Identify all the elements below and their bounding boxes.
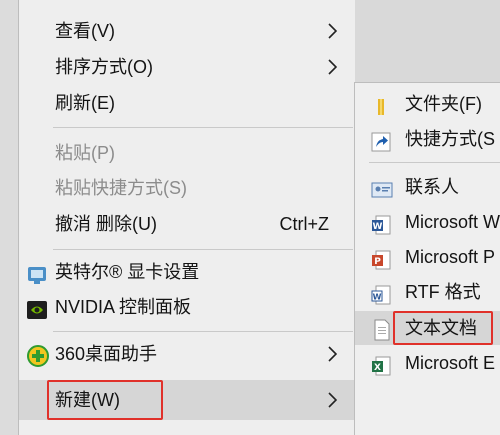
nvidia-icon	[27, 297, 47, 319]
submenu-item-label: Microsoft E	[405, 353, 496, 373]
menu-item-refresh[interactable]: 刷新(E)	[19, 86, 355, 120]
menu-item-view[interactable]: 查看(V)	[19, 14, 355, 48]
menu-item-sort-by[interactable]: 排序方式(O)	[19, 50, 355, 84]
submenu-item-contact[interactable]: 联系人	[355, 170, 500, 204]
chevron-right-icon	[327, 337, 341, 371]
shortcut-text: Ctrl+Z	[279, 214, 330, 234]
submenu-item-folder[interactable]: 文件夹(F)	[355, 87, 500, 121]
submenu-item-label: Microsoft P	[405, 247, 496, 267]
red-highlight-box-text-document	[393, 311, 493, 345]
menu-item-label: 排序方式(O)	[55, 57, 153, 77]
excel-icon: X	[371, 353, 391, 376]
contact-card-icon	[371, 177, 393, 198]
svg-text:W: W	[373, 293, 382, 302]
menu-item-label: 粘贴快捷方式(S)	[55, 178, 187, 198]
text-document-icon	[371, 318, 391, 341]
menu-separator	[53, 127, 353, 128]
submenu-item-label: 联系人	[405, 177, 459, 197]
submenu-item-label: RTF 格式	[405, 282, 481, 302]
submenu-item-label: 快捷方式(S	[405, 129, 495, 149]
menu-separator	[53, 331, 353, 332]
menu-item-paste[interactable]: 粘贴(P)	[19, 136, 355, 170]
submenu-item-powerpoint[interactable]: P Microsoft P	[355, 240, 500, 274]
menu-item-label: 粘贴(P)	[55, 143, 115, 163]
desktop-context-menu: 查看(V) 排序方式(O) 刷新(E) 粘贴(P) 粘贴快捷方式(S) 撤消 删…	[18, 0, 355, 435]
rtf-doc-icon: W	[371, 282, 391, 305]
word-doc-icon: W	[371, 212, 391, 235]
menu-item-intel-graphics[interactable]: 英特尔® 显卡设置	[19, 255, 355, 289]
menu-item-undo-delete[interactable]: 撤消 删除(U) Ctrl+Z	[19, 207, 355, 241]
menu-item-nvidia-control-panel[interactable]: NVIDIA 控制面板	[19, 290, 355, 324]
svg-text:P: P	[374, 257, 381, 267]
folder-icon	[371, 94, 391, 115]
red-highlight-box-new	[47, 380, 163, 420]
menu-item-label: 360桌面助手	[55, 344, 158, 364]
intel-graphics-icon	[27, 262, 47, 284]
menu-item-label: 英特尔® 显卡设置	[55, 262, 200, 282]
new-submenu: 文件夹(F) 快捷方式(S 联系人 W Microsoft W P Micros…	[354, 82, 500, 435]
submenu-item-rtf[interactable]: W RTF 格式	[355, 275, 500, 309]
menu-item-paste-shortcut[interactable]: 粘贴快捷方式(S)	[19, 171, 355, 205]
menu-item-label: 查看(V)	[55, 21, 115, 41]
submenu-item-word-document[interactable]: W Microsoft W	[355, 205, 500, 239]
chevron-right-icon	[327, 14, 341, 48]
chevron-right-icon	[327, 380, 341, 420]
powerpoint-icon: P	[371, 247, 391, 270]
menu-item-360-desktop-assistant[interactable]: 360桌面助手	[19, 337, 355, 371]
svg-text:W: W	[373, 222, 383, 232]
submenu-item-shortcut[interactable]: 快捷方式(S	[355, 122, 500, 156]
menu-separator	[53, 249, 353, 250]
submenu-item-label: 文件夹(F)	[405, 94, 482, 114]
chevron-right-icon	[327, 50, 341, 84]
menu-item-label: 撤消 删除(U)	[55, 214, 157, 234]
360-desktop-icon	[27, 344, 49, 367]
menu-item-label: NVIDIA 控制面板	[55, 297, 192, 317]
submenu-item-excel[interactable]: X Microsoft E	[355, 346, 500, 380]
screenshot-root: 查看(V) 排序方式(O) 刷新(E) 粘贴(P) 粘贴快捷方式(S) 撤消 删…	[0, 0, 500, 435]
menu-item-label: 刷新(E)	[55, 93, 115, 113]
desktop-background-strip	[0, 0, 18, 435]
submenu-separator	[369, 162, 500, 163]
shortcut-arrow-icon	[371, 129, 391, 152]
submenu-item-label: Microsoft W	[405, 212, 500, 232]
svg-text:X: X	[374, 363, 381, 373]
